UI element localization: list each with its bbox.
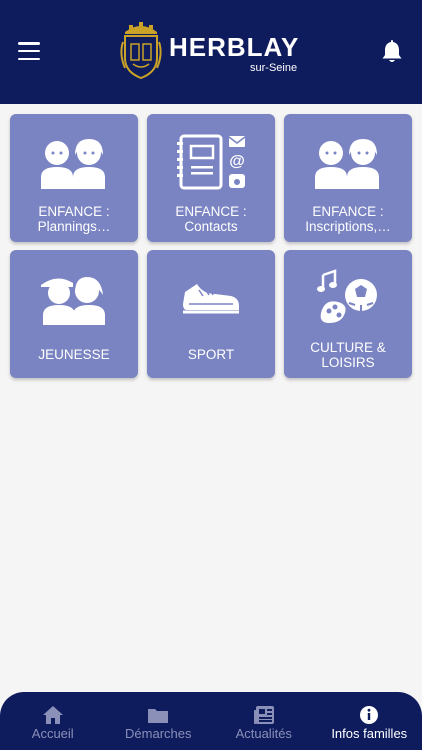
menu-icon[interactable]: [18, 42, 40, 60]
bottom-tab-bar: Accueil Démarches Actualités Infos famil…: [0, 692, 422, 750]
youth-icon: [10, 262, 138, 334]
children-icon: [10, 126, 138, 198]
services-grid: ENFANCE : Plannings… @ ENFANCE : Contact…: [10, 114, 412, 378]
sneaker-icon: [147, 262, 275, 334]
info-icon: [360, 706, 379, 724]
tile-label-line1: ENFANCE :: [312, 204, 384, 219]
contact-book-icon: @: [147, 126, 275, 198]
tab-accueil[interactable]: Accueil: [0, 692, 106, 750]
tile-label-line1: CULTURE &: [310, 340, 386, 355]
tile-enfance-plannings[interactable]: ENFANCE : Plannings…: [10, 114, 138, 242]
app-subtitle: sur-Seine: [250, 62, 298, 74]
tile-label-line2: Contacts: [184, 219, 238, 234]
app-header: HERBLAY sur-Seine: [0, 0, 422, 104]
tab-actualites[interactable]: Actualités: [211, 692, 317, 750]
tile-enfance-inscriptions[interactable]: ENFANCE : Inscriptions,…: [284, 114, 412, 242]
bell-icon[interactable]: [381, 40, 403, 64]
tab-infos-familles[interactable]: Infos familles: [317, 692, 422, 750]
tile-label-line1: JEUNESSE: [38, 347, 110, 362]
tab-label: Infos familles: [331, 726, 408, 741]
crest-icon: [120, 22, 162, 80]
tile-jeunesse[interactable]: JEUNESSE: [10, 250, 138, 378]
folder-icon: [148, 709, 169, 723]
tab-label: Actualités: [235, 726, 292, 741]
svg-text:@: @: [229, 153, 245, 170]
tab-label: Démarches: [125, 726, 192, 741]
tile-label-line2: Inscriptions,…: [305, 219, 391, 234]
tile-label-line1: ENFANCE :: [38, 204, 110, 219]
tile-label-line1: SPORT: [187, 347, 235, 362]
tile-sport[interactable]: SPORT: [147, 250, 275, 378]
tab-demarches[interactable]: Démarches: [106, 692, 212, 750]
tile-label-line1: ENFANCE :: [175, 204, 247, 219]
home-icon: [42, 706, 63, 724]
tile-label-line2: Plannings…: [37, 219, 111, 234]
tile-enfance-contacts[interactable]: @ ENFANCE : Contacts: [147, 114, 275, 242]
children-icon: [284, 126, 412, 198]
culture-icon: [284, 262, 412, 334]
newspaper-icon: [253, 706, 274, 724]
tile-label-line2: LOISIRS: [321, 355, 375, 370]
tab-label: Accueil: [31, 726, 74, 741]
app-title: HERBLAY: [169, 32, 300, 62]
tile-culture-loisirs[interactable]: CULTURE & LOISIRS: [284, 250, 412, 378]
herblay-logo: HERBLAY sur-Seine: [117, 18, 313, 80]
